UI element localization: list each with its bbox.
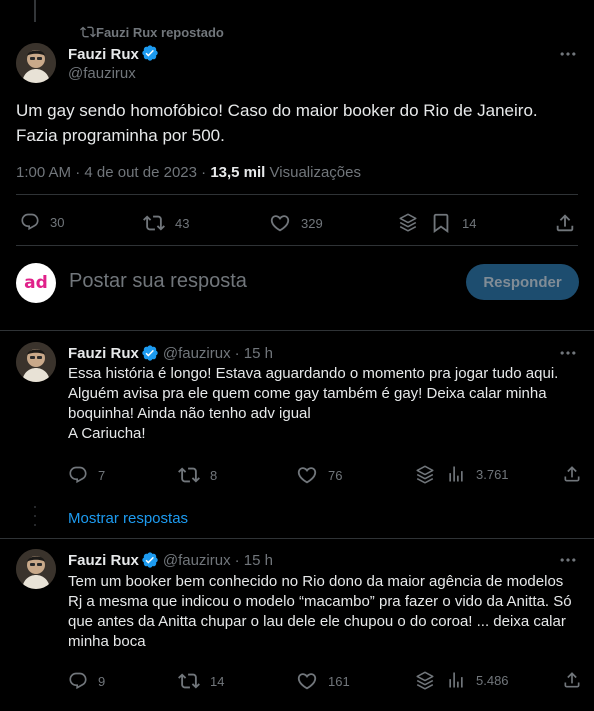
avatar[interactable] xyxy=(16,549,56,589)
bookmark-count: 14 xyxy=(462,215,477,231)
divider xyxy=(0,330,594,331)
reply-text: Essa história é longo! Estava aguardando… xyxy=(68,365,559,442)
reply-icon xyxy=(20,212,40,232)
reply-icon xyxy=(68,465,88,485)
verified-badge-icon xyxy=(141,551,159,569)
divider xyxy=(16,194,578,195)
grok-button[interactable] xyxy=(414,670,436,692)
author-handle[interactable]: @fauzirux xyxy=(68,65,136,82)
repost-indicator[interactable]: Fauzi Rux repostado xyxy=(82,24,224,40)
like-count: 161 xyxy=(328,673,350,689)
like-count: 76 xyxy=(328,467,343,483)
author-name[interactable]: Fauzi Rux xyxy=(68,345,139,362)
reply-header: Fauzi Rux @fauzirux · 15 h xyxy=(68,343,273,363)
grok-button[interactable] xyxy=(414,464,436,486)
avatar[interactable] xyxy=(16,342,56,382)
more-icon[interactable] xyxy=(558,343,578,363)
tweet-text: Um gay sendo homofóbico! Caso do maior b… xyxy=(16,101,538,145)
verified-badge-icon xyxy=(141,344,159,362)
bookmark-button[interactable]: 14 xyxy=(430,212,476,234)
like-icon xyxy=(296,670,318,692)
divider xyxy=(0,538,594,539)
like-icon xyxy=(269,212,291,234)
repost-count: 14 xyxy=(210,673,225,689)
author-handle[interactable]: @fauzirux xyxy=(163,552,231,569)
like-button[interactable]: 161 xyxy=(296,670,350,692)
bookmark-icon xyxy=(430,212,452,234)
reply-button[interactable]: 30 xyxy=(20,212,64,232)
views-button[interactable]: 5.486 xyxy=(446,670,509,690)
reply-text: Tem um booker bem conhecido no Rio dono … xyxy=(68,573,572,650)
divider xyxy=(16,245,578,246)
views-button[interactable]: 3.761 xyxy=(446,464,509,484)
grok-button[interactable] xyxy=(397,212,419,234)
avatar[interactable] xyxy=(16,43,56,83)
verified-badge-icon xyxy=(141,44,159,62)
repost-count: 43 xyxy=(175,215,190,231)
repost-label: Fauzi Rux repostado xyxy=(96,24,224,40)
views-label: Visualizações xyxy=(269,164,361,181)
share-button[interactable] xyxy=(562,670,582,690)
grok-icon xyxy=(414,670,436,692)
like-button[interactable]: 329 xyxy=(269,212,323,234)
repost-button[interactable]: 43 xyxy=(143,212,189,234)
grok-icon xyxy=(414,464,436,486)
responder-button[interactable]: Responder xyxy=(466,264,579,300)
thread-line xyxy=(34,0,36,22)
grok-icon xyxy=(397,212,419,234)
more-icon[interactable] xyxy=(558,44,578,64)
views-count: 3.761 xyxy=(476,466,509,482)
reply-header: Fauzi Rux @fauzirux · 15 h xyxy=(68,550,273,570)
repost-button[interactable]: 14 xyxy=(178,670,224,692)
views-count: 5.486 xyxy=(476,672,509,688)
reply-button[interactable]: 9 xyxy=(68,671,105,691)
thread-dot xyxy=(34,524,36,526)
more-icon[interactable] xyxy=(558,550,578,570)
my-avatar[interactable]: ad xyxy=(16,263,56,303)
share-icon xyxy=(562,464,582,484)
like-button[interactable]: 76 xyxy=(296,464,342,486)
tweet-meta: 1:00 AM · 4 de out de 2023 · 13,5 mil Vi… xyxy=(16,163,361,183)
views-icon xyxy=(446,670,466,690)
views-icon xyxy=(446,464,466,484)
author-name-row[interactable]: Fauzi Rux xyxy=(68,44,159,65)
repost-icon xyxy=(178,670,200,692)
reply-count: 7 xyxy=(98,467,106,483)
author-handle[interactable]: @fauzirux xyxy=(163,345,231,362)
author-name: Fauzi Rux xyxy=(68,46,139,63)
share-button[interactable] xyxy=(554,212,576,234)
repost-icon xyxy=(178,464,200,486)
thread-dot xyxy=(34,515,36,517)
my-avatar-text: ad xyxy=(24,273,48,293)
tweet-timestamp[interactable]: 1:00 AM · 4 de out de 2023 · xyxy=(16,164,206,181)
reply-age[interactable]: · 15 h xyxy=(235,345,273,362)
reply-button[interactable]: 7 xyxy=(68,465,105,485)
like-icon xyxy=(296,464,318,486)
share-button[interactable] xyxy=(562,464,582,484)
repost-count: 8 xyxy=(210,467,218,483)
repost-icon xyxy=(80,24,96,40)
reply-input[interactable]: Postar sua resposta xyxy=(69,270,247,293)
thread-dot xyxy=(34,506,36,508)
reply-count: 9 xyxy=(98,673,106,689)
reply-count: 30 xyxy=(50,214,65,230)
reply-icon xyxy=(68,671,88,691)
repost-button[interactable]: 8 xyxy=(178,464,217,486)
author-name[interactable]: Fauzi Rux xyxy=(68,552,139,569)
views-count: 13,5 mil xyxy=(210,164,266,181)
repost-icon xyxy=(143,212,165,234)
reply-age[interactable]: · 15 h xyxy=(235,552,273,569)
share-icon xyxy=(554,212,576,234)
show-replies-link[interactable]: Mostrar respostas xyxy=(68,510,188,527)
share-icon xyxy=(562,670,582,690)
like-count: 329 xyxy=(301,215,323,231)
